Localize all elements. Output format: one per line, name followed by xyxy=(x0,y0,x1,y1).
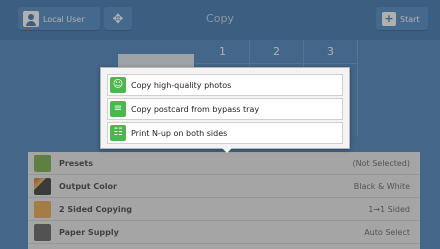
popup-option-postcard[interactable]: ≡ Copy postcard from bypass tray xyxy=(107,98,343,120)
popup-option-n-up[interactable]: ☷ Print N-up on both sides xyxy=(107,122,343,144)
option-label: Copy high-quality photos xyxy=(131,80,232,90)
option-label: Print N-up on both sides xyxy=(131,128,228,138)
copy-screen: Local User ✥ Copy + Start 1 2 3 Presets … xyxy=(0,0,440,249)
quick-copy-popup: ☺ Copy high-quality photos ≡ Copy postca… xyxy=(100,67,350,153)
smiley-icon: ☺ xyxy=(110,77,126,93)
document-icon: ≡ xyxy=(110,101,126,117)
popup-pointer xyxy=(221,147,233,153)
popup-option-photos[interactable]: ☺ Copy high-quality photos xyxy=(107,74,343,96)
book-icon: ☷ xyxy=(110,125,126,141)
option-label: Copy postcard from bypass tray xyxy=(131,104,260,114)
